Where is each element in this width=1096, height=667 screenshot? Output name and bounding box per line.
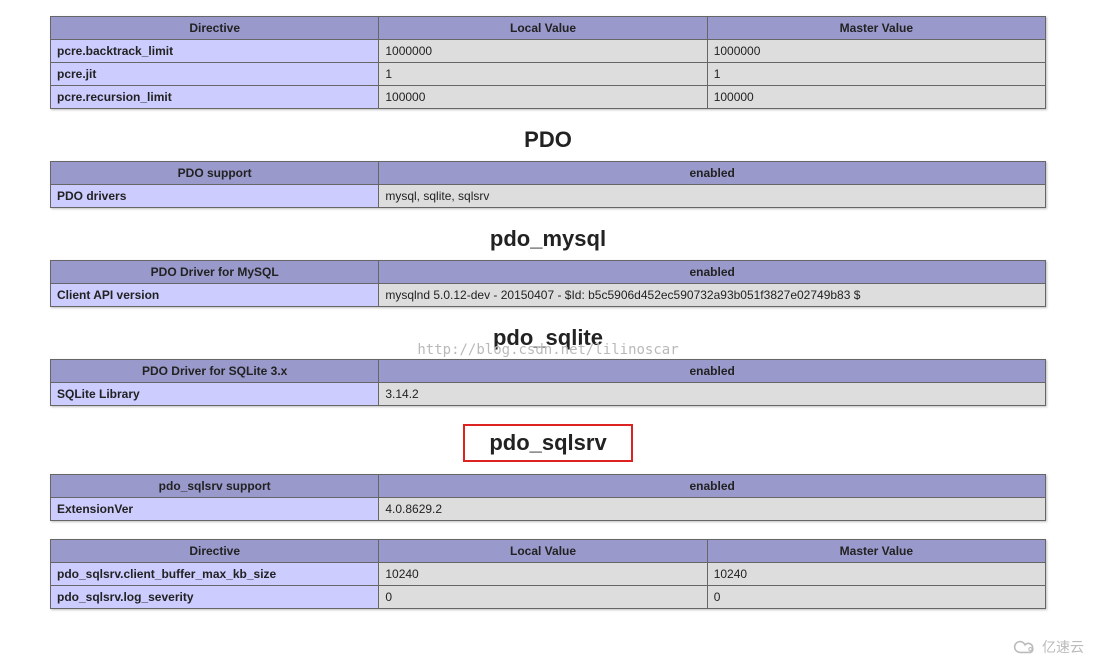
table-row: ExtensionVer 4.0.8629.2 <box>51 498 1046 521</box>
pdo-sqlite-table: PDO Driver for SQLite 3.x enabled SQLite… <box>50 359 1046 406</box>
brand-text: 亿速云 <box>1042 637 1084 657</box>
pdo-mysql-table: PDO Driver for MySQL enabled Client API … <box>50 260 1046 307</box>
highlight-wrap: pdo_sqlsrv <box>50 424 1046 462</box>
pdo-sqlsrv-support-table: pdo_sqlsrv support enabled ExtensionVer … <box>50 474 1046 521</box>
pdo-table: PDO support enabled PDO drivers mysql, s… <box>50 161 1046 208</box>
col-master: Master Value <box>707 540 1045 563</box>
table-row: pcre.jit 1 1 <box>51 63 1046 86</box>
pdo-sqlsrv-directives-table: Directive Local Value Master Value pdo_s… <box>50 539 1046 609</box>
pcre-directives-table: Directive Local Value Master Value pcre.… <box>50 16 1046 109</box>
table-row: SQLite Library 3.14.2 <box>51 383 1046 406</box>
section-heading-pdo-mysql: pdo_mysql <box>50 226 1046 252</box>
section-heading-pdo-sqlite: pdo_sqlite <box>50 325 1046 351</box>
col-directive: Directive <box>51 540 379 563</box>
highlight-box: pdo_sqlsrv <box>463 424 632 462</box>
table-row: pdo_sqlsrv.log_severity 0 0 <box>51 586 1046 609</box>
col-master: Master Value <box>707 17 1045 40</box>
brand-logo: 亿速云 <box>1012 637 1084 657</box>
col-local: Local Value <box>379 540 707 563</box>
section-heading-pdo: PDO <box>50 127 1046 153</box>
table-row: pcre.backtrack_limit 1000000 1000000 <box>51 40 1046 63</box>
cloud-icon <box>1012 638 1038 656</box>
table-row: pcre.recursion_limit 100000 100000 <box>51 86 1046 109</box>
table-row: PDO drivers mysql, sqlite, sqlsrv <box>51 185 1046 208</box>
table-row: Client API version mysqlnd 5.0.12-dev - … <box>51 284 1046 307</box>
table-row: pdo_sqlsrv.client_buffer_max_kb_size 102… <box>51 563 1046 586</box>
section-heading-pdo-sqlsrv: pdo_sqlsrv <box>489 430 606 455</box>
col-directive: Directive <box>51 17 379 40</box>
col-local: Local Value <box>379 17 707 40</box>
